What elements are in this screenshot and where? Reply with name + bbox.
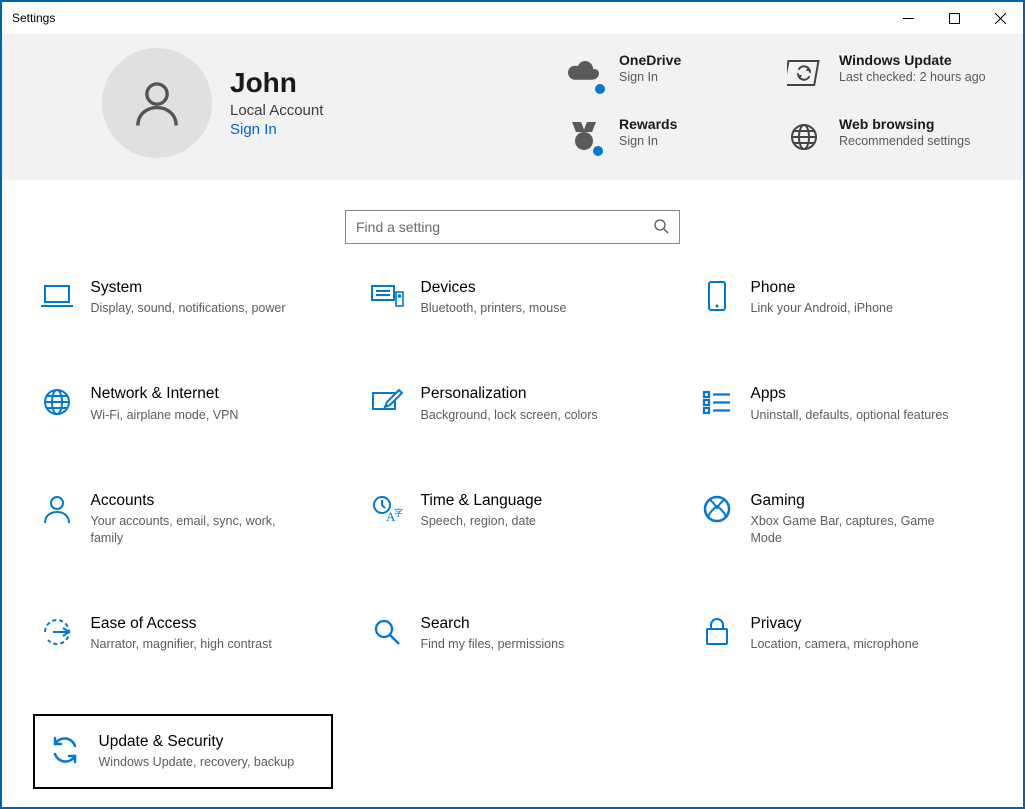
minimize-button[interactable]: [885, 3, 931, 33]
header-tiles: OneDrive Sign In Windows Update: [563, 48, 993, 158]
category-system[interactable]: System Display, sound, notifications, po…: [33, 272, 333, 323]
windows-update-subtitle: Last checked: 2 hours ago: [839, 69, 986, 86]
rewards-subtitle: Sign In: [619, 133, 677, 150]
search-wrap: Find a setting: [2, 180, 1023, 272]
category-title: Update & Security: [99, 732, 295, 751]
category-desc: Background, lock screen, colors: [421, 407, 598, 424]
category-title: Personalization: [421, 384, 598, 403]
category-title: Privacy: [751, 614, 919, 633]
category-title: Ease of Access: [91, 614, 272, 633]
header-tile-text: Windows Update Last checked: 2 hours ago: [839, 52, 986, 86]
globe-icon: [783, 116, 825, 158]
web-browsing-title: Web browsing: [839, 116, 970, 132]
keyboard-icon: [363, 278, 411, 314]
time-language-icon: A 字: [363, 491, 411, 527]
medal-icon: [563, 116, 605, 158]
header-tile-rewards[interactable]: Rewards Sign In: [563, 116, 773, 158]
category-desc: Narrator, magnifier, high contrast: [91, 636, 272, 653]
web-browsing-subtitle: Recommended settings: [839, 133, 970, 150]
rewards-title: Rewards: [619, 116, 677, 132]
window-title: Settings: [12, 11, 55, 25]
category-desc: Wi-Fi, airplane mode, VPN: [91, 407, 239, 424]
category-title: Apps: [751, 384, 949, 403]
category-privacy[interactable]: Privacy Location, camera, microphone: [693, 608, 993, 659]
category-devices[interactable]: Devices Bluetooth, printers, mouse: [363, 272, 663, 323]
apps-list-icon: [693, 384, 741, 420]
user-block[interactable]: John Local Account Sign In: [102, 48, 502, 158]
onedrive-subtitle: Sign In: [619, 69, 681, 86]
category-accounts[interactable]: Accounts Your accounts, email, sync, wor…: [33, 485, 333, 553]
category-desc: Find my files, permissions: [421, 636, 565, 653]
magnifier-icon: [363, 614, 411, 650]
category-update-security[interactable]: Update & Security Windows Update, recove…: [33, 714, 333, 789]
xbox-icon: [693, 491, 741, 527]
cloud-icon: [563, 52, 605, 94]
search-input[interactable]: Find a setting: [345, 210, 680, 244]
header-tile-text: Web browsing Recommended settings: [839, 116, 970, 150]
user-text: John Local Account Sign In: [230, 68, 323, 139]
category-ease-of-access[interactable]: Ease of Access Narrator, magnifier, high…: [33, 608, 333, 659]
lock-icon: [693, 614, 741, 650]
signin-link[interactable]: Sign In: [230, 121, 323, 138]
category-gaming[interactable]: Gaming Xbox Game Bar, captures, Game Mod…: [693, 485, 993, 553]
header-tile-web-browsing[interactable]: Web browsing Recommended settings: [783, 116, 993, 158]
user-name: John: [230, 68, 323, 99]
settings-window: Settings John Local Account: [0, 0, 1025, 809]
category-personalization[interactable]: Personalization Background, lock screen,…: [363, 378, 663, 429]
person-icon: [33, 491, 81, 527]
user-icon: [130, 76, 184, 130]
category-search[interactable]: Search Find my files, permissions: [363, 608, 663, 659]
category-network[interactable]: Network & Internet Wi-Fi, airplane mode,…: [33, 378, 333, 429]
category-desc: Speech, region, date: [421, 513, 543, 530]
onedrive-title: OneDrive: [619, 52, 681, 68]
category-phone[interactable]: Phone Link your Android, iPhone: [693, 272, 993, 323]
globe-icon: [33, 384, 81, 420]
paint-icon: [363, 384, 411, 420]
category-title: Accounts: [91, 491, 301, 510]
category-apps[interactable]: Apps Uninstall, defaults, optional featu…: [693, 378, 993, 429]
category-desc: Bluetooth, printers, mouse: [421, 300, 567, 317]
categories-scroll[interactable]: System Display, sound, notifications, po…: [2, 272, 1023, 807]
account-type: Local Account: [230, 102, 323, 119]
search-icon: [653, 218, 669, 237]
avatar: [102, 48, 212, 158]
header-tile-onedrive[interactable]: OneDrive Sign In: [563, 52, 773, 94]
category-desc: Display, sound, notifications, power: [91, 300, 286, 317]
phone-icon: [693, 278, 741, 314]
category-time-language[interactable]: A 字 Time & Language Speech, region, date: [363, 485, 663, 553]
category-title: System: [91, 278, 286, 297]
header-band: John Local Account Sign In OneDrive Sign…: [2, 34, 1023, 180]
header-tile-windows-update[interactable]: Windows Update Last checked: 2 hours ago: [783, 52, 993, 94]
title-bar: Settings: [2, 2, 1023, 34]
sync-box-icon: [783, 52, 825, 94]
svg-text:字: 字: [394, 507, 403, 518]
laptop-icon: [33, 278, 81, 314]
maximize-button[interactable]: [931, 3, 977, 33]
category-desc: Xbox Game Bar, captures, Game Mode: [751, 513, 961, 547]
category-title: Phone: [751, 278, 893, 297]
category-desc: Windows Update, recovery, backup: [99, 754, 295, 771]
settings-grid: System Display, sound, notifications, po…: [33, 272, 993, 789]
category-title: Gaming: [751, 491, 961, 510]
windows-update-title: Windows Update: [839, 52, 986, 68]
category-desc: Uninstall, defaults, optional features: [751, 407, 949, 424]
header-tile-text: Rewards Sign In: [619, 116, 677, 150]
category-desc: Link your Android, iPhone: [751, 300, 893, 317]
category-desc: Location, camera, microphone: [751, 636, 919, 653]
category-title: Network & Internet: [91, 384, 239, 403]
category-title: Time & Language: [421, 491, 543, 510]
window-controls: [885, 3, 1023, 33]
ease-of-access-icon: [33, 614, 81, 650]
search-placeholder: Find a setting: [356, 219, 653, 235]
header-tile-text: OneDrive Sign In: [619, 52, 681, 86]
category-desc: Your accounts, email, sync, work, family: [91, 513, 301, 547]
category-title: Search: [421, 614, 565, 633]
close-button[interactable]: [977, 3, 1023, 33]
category-title: Devices: [421, 278, 567, 297]
sync-icon: [41, 732, 89, 768]
